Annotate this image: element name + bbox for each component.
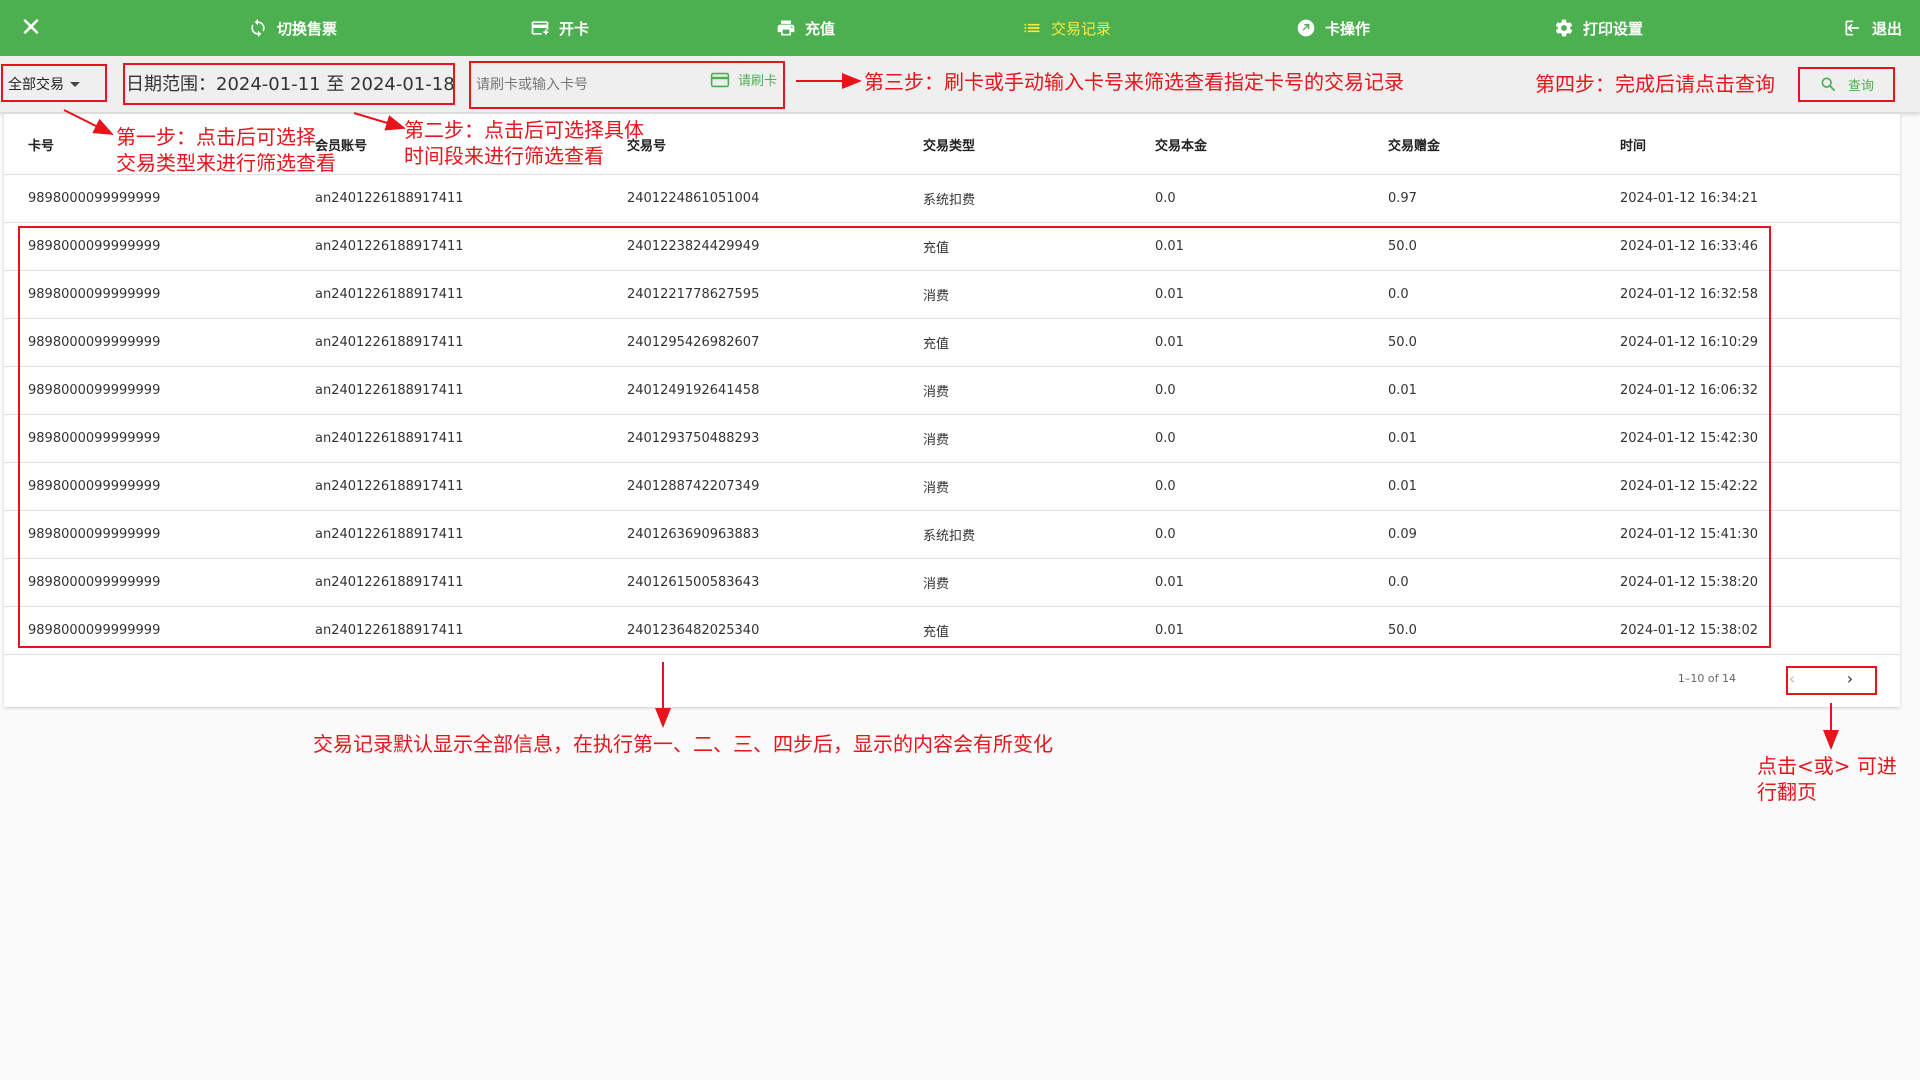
annotation-arrows xyxy=(63,73,1839,750)
arrow-step1 xyxy=(63,109,114,135)
arrow-step2 xyxy=(353,112,406,131)
